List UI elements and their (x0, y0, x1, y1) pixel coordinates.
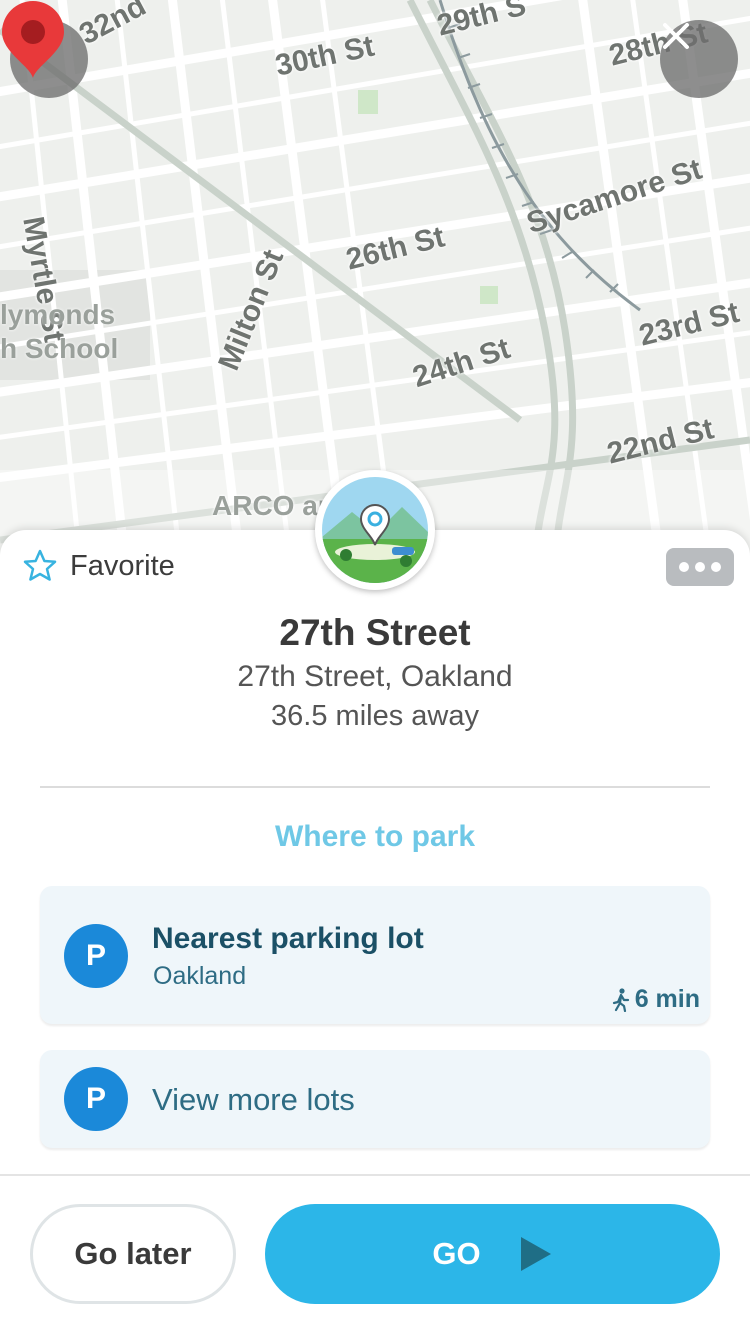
place-details-sheet: Favorite 27th Street 27th Street, Oaklan… (0, 530, 750, 1334)
place-badge (315, 470, 435, 590)
destination-pin-icon[interactable] (0, 0, 66, 80)
star-icon (23, 549, 57, 581)
more-options-button[interactable] (666, 548, 734, 586)
street-label: ARCO ar (212, 490, 329, 521)
parking-icon: P (64, 1067, 128, 1131)
view-more-lots-card[interactable]: P View more lots (40, 1050, 710, 1148)
walking-icon (612, 987, 629, 1012)
where-to-park-heading: Where to park (274, 820, 476, 853)
map-place-label: lymonds h School (0, 298, 118, 366)
favorite-label: Favorite (70, 549, 175, 582)
more-dot-icon (679, 562, 689, 572)
parking-lot-name: Nearest parking lot (152, 922, 424, 955)
go-label: GO (432, 1236, 481, 1271)
parking-icon: P (64, 924, 128, 988)
go-later-button[interactable]: Go later (30, 1204, 236, 1304)
place-title: 27th Street (279, 612, 471, 653)
place-address: 27th Street, Oakland (237, 660, 513, 693)
close-icon (663, 23, 689, 49)
place-line: h School (0, 333, 119, 364)
walk-time: 6 min (611, 985, 700, 1014)
place-illustration-icon (322, 477, 428, 583)
nearest-parking-lot-card[interactable]: P Nearest parking lot Oakland 6 min (40, 886, 710, 1024)
go-button[interactable]: GO (265, 1204, 720, 1304)
place-distance: 36.5 miles away (271, 700, 479, 732)
more-dot-icon (695, 562, 705, 572)
play-arrow-icon (520, 1237, 551, 1271)
parking-lot-city: Oakland (153, 962, 247, 990)
more-dot-icon (711, 562, 721, 572)
place-line: lymonds (0, 299, 116, 330)
view-more-lots-label: View more lots (152, 1082, 355, 1117)
close-button[interactable] (660, 20, 738, 98)
divider (40, 786, 710, 788)
favorite-button[interactable]: Favorite (22, 548, 175, 584)
walk-time-value: 6 min (634, 985, 700, 1013)
divider (0, 1174, 750, 1176)
